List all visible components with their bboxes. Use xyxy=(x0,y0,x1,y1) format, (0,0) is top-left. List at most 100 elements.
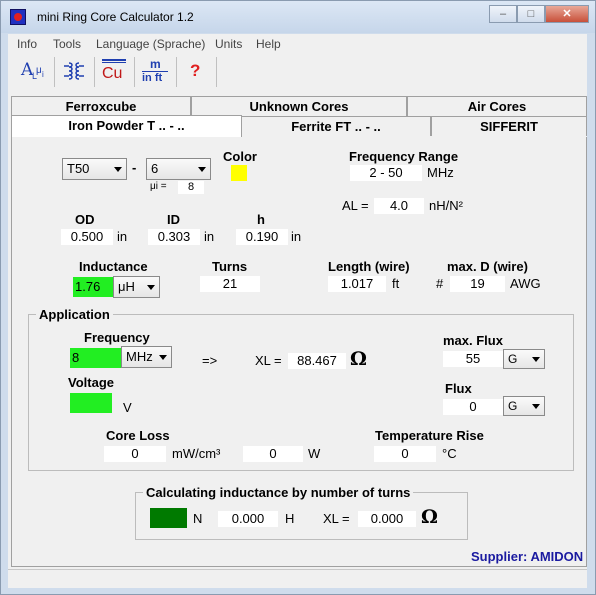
menu-help[interactable]: Help xyxy=(256,37,281,51)
id-label: ID xyxy=(167,212,180,227)
maximize-button[interactable]: □ xyxy=(517,5,545,23)
arrow-label: => xyxy=(202,353,218,368)
od-unit: in xyxy=(117,229,128,244)
chevron-down-icon xyxy=(147,285,155,290)
tab-unknown-cores[interactable]: Unknown Cores xyxy=(191,96,407,116)
title-bar: mini Ring Core Calculator 1.2 – □ ✕ xyxy=(1,1,595,33)
n-label: N xyxy=(193,511,203,526)
wire-length-value: 1.017 xyxy=(328,276,386,292)
close-button[interactable]: ✕ xyxy=(545,5,589,23)
turns-label: Turns xyxy=(212,259,248,274)
frequency-range-unit: MHz xyxy=(427,165,454,180)
imperial-icon: in ft xyxy=(142,72,163,84)
flux-unit-select[interactable]: G xyxy=(503,396,545,416)
flux-label: Flux xyxy=(445,381,472,396)
core-size-select[interactable]: T50 xyxy=(62,158,127,180)
calc-h-value: 0.000 xyxy=(218,511,278,527)
calc-h-unit: H xyxy=(285,511,295,526)
h-unit: in xyxy=(291,229,302,244)
temperature-rise-value: 0 xyxy=(374,446,436,462)
al-unit: nH/N² xyxy=(429,198,463,213)
toolbar: A L μ i Cu m in ft ? xyxy=(8,54,587,91)
id-unit: in xyxy=(204,229,215,244)
frequency-range-value: 2 - 50 xyxy=(350,165,422,181)
chevron-down-icon xyxy=(159,355,167,360)
inductance-label: Inductance xyxy=(79,259,148,274)
mu-label: μi = xyxy=(150,181,167,192)
mu-icon: μ xyxy=(36,65,42,76)
tab-iron-powder[interactable]: Iron Powder T .. - .. xyxy=(11,115,242,137)
core-mix-select[interactable]: 6 xyxy=(146,158,211,180)
tab-ferroxcube[interactable]: Ferroxcube xyxy=(11,96,191,116)
awg-hash: # xyxy=(436,276,444,291)
core-color-swatch xyxy=(231,165,247,181)
max-wire-d-label: max. D (wire) xyxy=(447,259,528,274)
help-button[interactable]: ? xyxy=(181,56,211,86)
core-loss-watts-unit: W xyxy=(308,446,321,461)
wire-icon xyxy=(102,59,126,63)
temperature-rise-label: Temperature Rise xyxy=(375,428,484,443)
al-value: 4.0 xyxy=(374,198,424,214)
units-toggle-button[interactable]: m in ft xyxy=(139,56,171,86)
menu-tools[interactable]: Tools xyxy=(53,37,81,51)
iron-powder-panel: T50 - 6 μi = 8 Color Frequency Range 2 -… xyxy=(11,137,587,567)
app-icon xyxy=(10,9,26,25)
core-loss-value: 0 xyxy=(104,446,166,462)
cu-label: Cu xyxy=(102,65,123,82)
coil-button[interactable] xyxy=(59,56,89,86)
menu-info[interactable]: Info xyxy=(17,37,37,51)
od-value: 0.500 xyxy=(61,229,113,245)
core-dash: - xyxy=(132,160,137,175)
max-flux-label: max. Flux xyxy=(443,333,503,348)
max-flux-unit-select[interactable]: G xyxy=(503,349,545,369)
turns-input[interactable] xyxy=(150,508,187,528)
chevron-down-icon xyxy=(532,357,540,362)
al-mu-button[interactable]: A L μ i xyxy=(18,56,48,86)
core-loss-label: Core Loss xyxy=(106,428,170,443)
max-wire-d-value: 19 xyxy=(450,276,505,292)
supplier-label: Supplier: AMIDON xyxy=(471,549,584,564)
menu-bar: Info Tools Language (Sprache) Units Help xyxy=(8,34,587,54)
voltage-unit: V xyxy=(123,400,132,415)
core-loss-unit: mW/cm³ xyxy=(172,446,221,461)
voltage-input[interactable] xyxy=(70,393,112,413)
xl-value: 88.467 xyxy=(288,353,346,369)
max-flux-value: 55 xyxy=(443,351,503,367)
frequency-range-label: Frequency Range xyxy=(349,149,459,164)
voltage-label: Voltage xyxy=(68,375,114,390)
calc-xl-value: 0.000 xyxy=(358,511,416,527)
toolbar-separator xyxy=(176,57,177,87)
flux-value: 0 xyxy=(443,399,503,415)
tab-air-cores[interactable]: Air Cores xyxy=(407,96,587,116)
xl-label: XL = xyxy=(255,353,282,368)
mu-value: 8 xyxy=(178,181,204,194)
max-wire-d-unit: AWG xyxy=(510,276,541,291)
calc-xl-label: XL = xyxy=(323,511,350,526)
inductance-unit-select[interactable]: μH xyxy=(113,276,160,298)
turns-value: 21 xyxy=(200,276,260,292)
id-value: 0.303 xyxy=(148,229,200,245)
wire-cu-button[interactable]: Cu xyxy=(99,56,129,86)
tab-sifferit[interactable]: SIFFERIT xyxy=(431,116,587,136)
help-icon: ? xyxy=(190,61,201,80)
menu-language[interactable]: Language (Sprache) xyxy=(96,37,205,51)
al-label: AL = xyxy=(342,198,369,213)
core-loss-watts-value: 0 xyxy=(243,446,303,462)
ohm-icon: Ω xyxy=(421,506,438,528)
menu-units[interactable]: Units xyxy=(215,37,242,51)
toolbar-separator xyxy=(134,57,135,87)
chevron-down-icon xyxy=(114,167,122,172)
wire-length-label: Length (wire) xyxy=(328,259,410,274)
metric-icon: m xyxy=(150,57,161,71)
wire-length-unit: ft xyxy=(392,276,400,291)
toolbar-separator xyxy=(94,57,95,87)
chevron-down-icon xyxy=(532,404,540,409)
frequency-input[interactable]: 8 xyxy=(70,348,121,368)
tab-ferrite-ft[interactable]: Ferrite FT .. - .. xyxy=(241,116,431,136)
window-title: mini Ring Core Calculator 1.2 xyxy=(37,10,194,24)
frequency-unit-select[interactable]: MHz xyxy=(121,346,172,368)
inductance-input[interactable]: 1.76 xyxy=(73,277,113,297)
coil-icon xyxy=(64,62,84,80)
frequency-label: Frequency xyxy=(84,330,150,345)
minimize-button[interactable]: – xyxy=(489,5,517,23)
